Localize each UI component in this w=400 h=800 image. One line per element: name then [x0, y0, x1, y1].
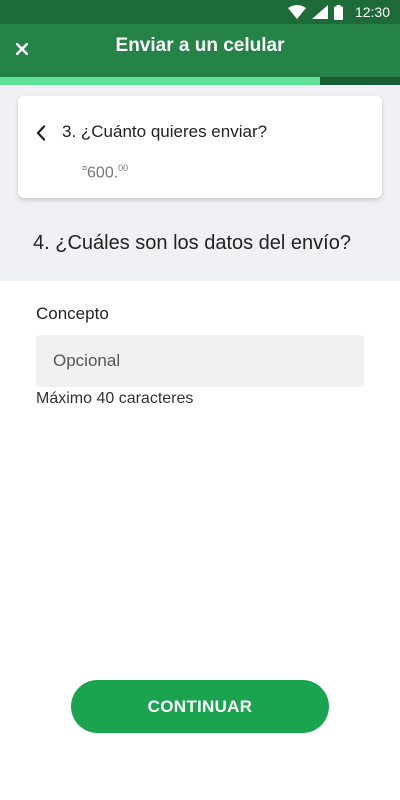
wifi-icon	[287, 5, 306, 19]
close-icon	[16, 43, 28, 55]
status-time: 12:30	[354, 4, 390, 20]
amount-integer: 600.	[87, 164, 119, 182]
current-step-title: 4. ¿Cuáles son los datos del envío?	[33, 232, 351, 254]
step-summary-section: 3. ¿Cuánto quieres enviar? ¤600.00 4. ¿C…	[0, 85, 400, 281]
amount-cents: 00	[118, 163, 129, 173]
concepto-field[interactable]	[36, 335, 364, 387]
previous-step-card[interactable]: 3. ¿Cuánto quieres enviar? ¤600.00	[18, 96, 382, 198]
battery-icon	[333, 4, 343, 20]
amount-value: ¤600.00	[82, 163, 128, 182]
concepto-label: Concepto	[36, 304, 109, 323]
progress-bar	[0, 77, 400, 85]
previous-step-title: 3. ¿Cuánto quieres enviar?	[62, 122, 268, 141]
back-button[interactable]	[30, 121, 52, 145]
signal-icon	[311, 5, 328, 19]
app-bar: Enviar a un celular	[0, 24, 400, 77]
progress-fill	[0, 77, 320, 85]
close-button[interactable]	[8, 35, 36, 63]
status-icons: 12:30	[287, 4, 400, 20]
page-title: Enviar a un celular	[115, 35, 285, 56]
status-bar: 12:30	[0, 0, 400, 24]
continue-button[interactable]: CONTINUAR	[71, 680, 329, 733]
chevron-left-icon	[36, 125, 46, 141]
max-length-hint: Máximo 40 caracteres	[36, 390, 194, 407]
